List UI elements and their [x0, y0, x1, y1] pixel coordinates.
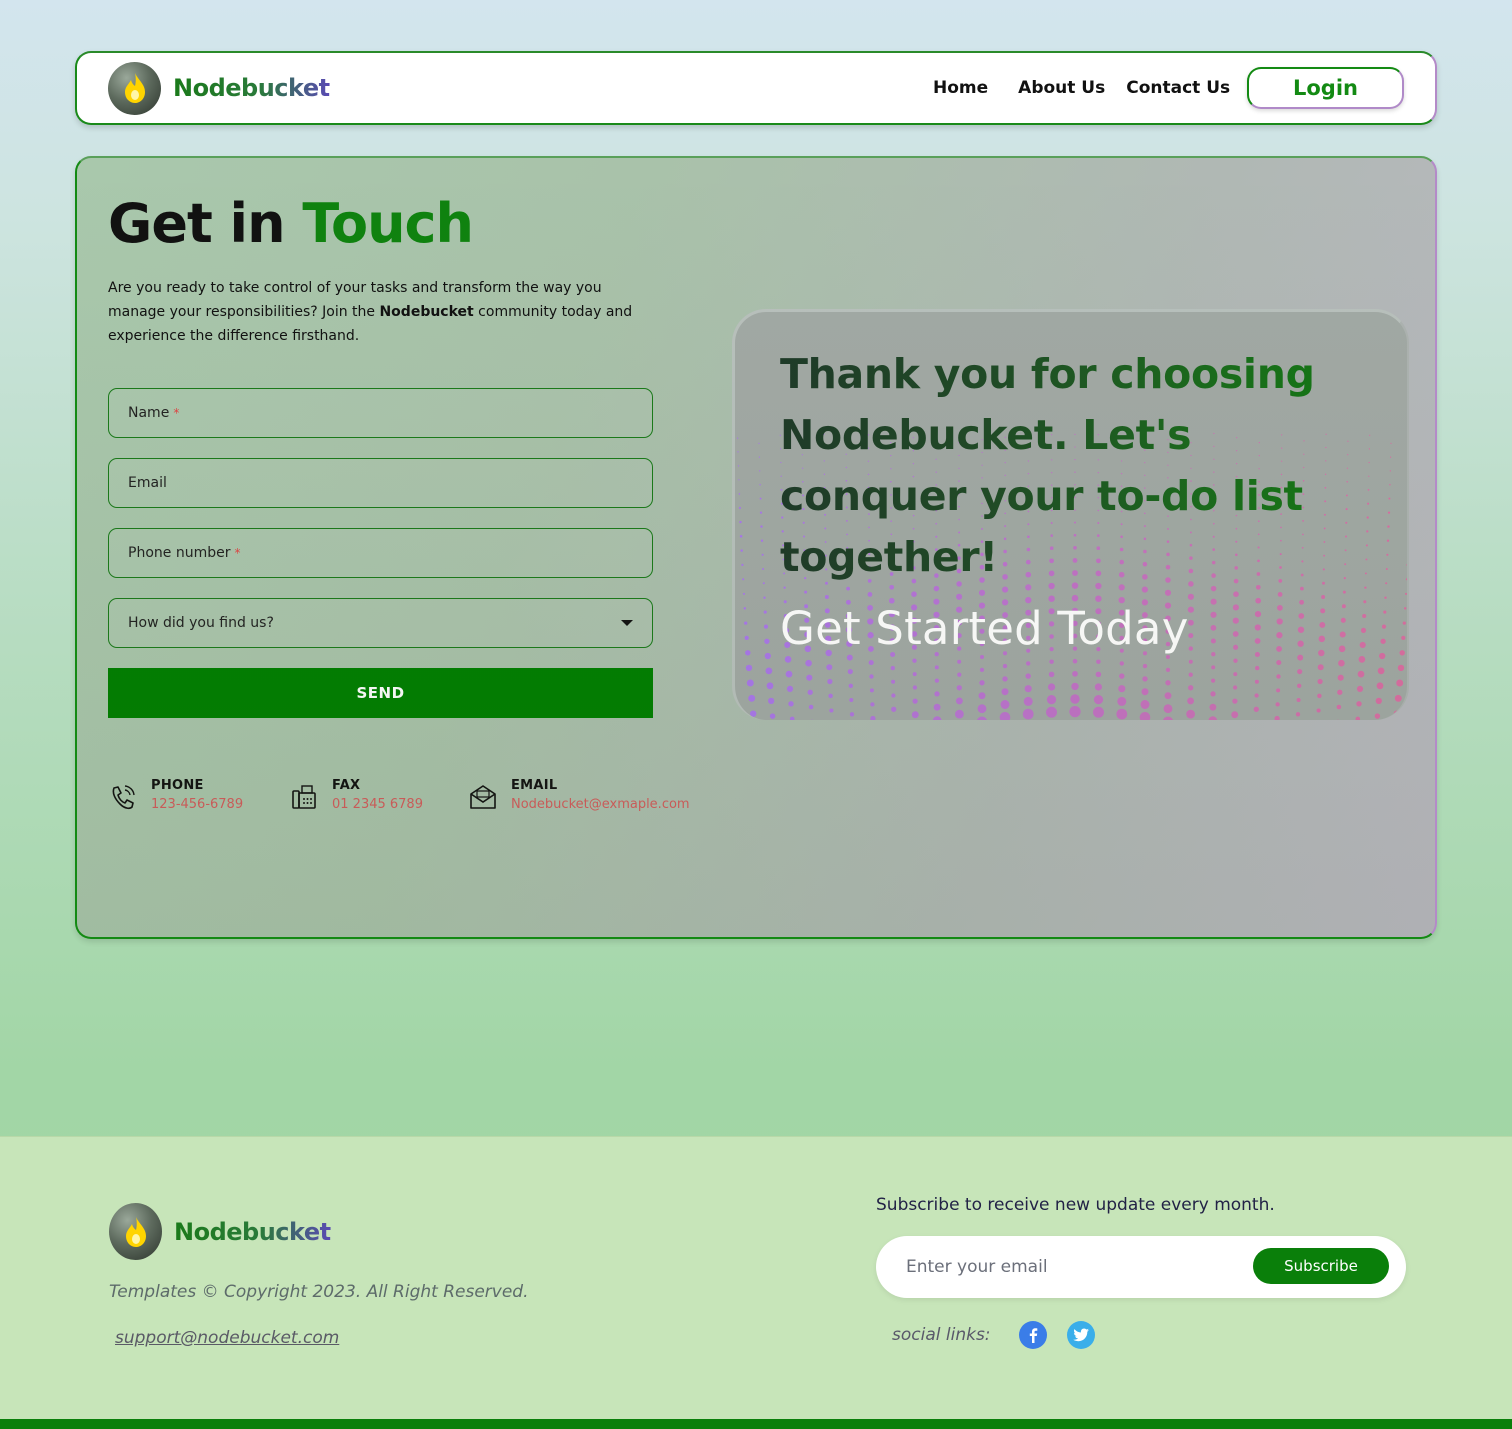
source-select[interactable]: How did you find us? — [108, 598, 653, 648]
nav-links: Home About Us Contact Us — [933, 53, 1251, 123]
required-mark: * — [234, 546, 241, 560]
support-email-link[interactable]: support@nodebucket.com — [115, 1328, 339, 1348]
subscribe-button[interactable]: Subscribe — [1253, 1248, 1389, 1284]
footer-bottom-bar — [0, 1419, 1512, 1429]
nav-about-link[interactable]: About Us — [1018, 78, 1105, 98]
email-value[interactable]: Nodebucket@exmaple.com — [511, 797, 690, 812]
send-button[interactable]: SEND — [108, 668, 653, 718]
login-button[interactable]: Login — [1247, 67, 1404, 109]
social-links-label: social links: — [892, 1325, 991, 1345]
email-field[interactable]: Email — [108, 458, 653, 508]
footer-brand-name: Nodebucket — [174, 1217, 331, 1246]
phone-value[interactable]: 123-456-6789 — [151, 797, 243, 812]
brand-name: Nodebucket — [173, 74, 330, 102]
logo-flame-icon — [109, 1203, 162, 1260]
subscribe-email-input[interactable] — [906, 1252, 1236, 1282]
nav-contact-link[interactable]: Contact Us — [1126, 78, 1230, 98]
facebook-icon[interactable] — [1019, 1321, 1047, 1349]
thank-you-card: Thank you for choosing Nodebucket. Let's… — [732, 309, 1409, 720]
email-label: EMAIL — [511, 778, 558, 793]
contact-panel: Get in Touch Are you ready to take contr… — [75, 156, 1437, 939]
intro-text: Are you ready to take control of your ta… — [108, 276, 638, 348]
email-label: Email — [128, 475, 167, 491]
intro-bold: Nodebucket — [379, 304, 474, 320]
brand[interactable]: Nodebucket — [108, 61, 330, 115]
subscribe-form: Subscribe — [876, 1236, 1406, 1298]
card-message: Thank you for choosing Nodebucket. Let's… — [780, 344, 1380, 588]
get-started-link[interactable]: Get Started Today — [780, 602, 1189, 655]
email-info: EMAIL Nodebucket@exmaple.com — [468, 778, 690, 812]
logo-flame-icon — [108, 61, 161, 115]
fax-info: FAX 01 2345 6789 — [289, 778, 423, 812]
phone-info: PHONE 123-456-6789 — [108, 778, 243, 812]
source-label: How did you find us? — [128, 615, 274, 631]
twitter-icon[interactable] — [1067, 1321, 1095, 1349]
title-accent: Touch — [302, 192, 474, 255]
phone-label: Phone number — [128, 545, 231, 561]
footer-brand[interactable]: Nodebucket — [109, 1203, 331, 1260]
mail-icon — [470, 785, 496, 809]
phone-icon — [112, 785, 135, 810]
name-label: Name — [128, 405, 170, 421]
chevron-down-icon — [621, 620, 633, 626]
fax-value[interactable]: 01 2345 6789 — [332, 797, 423, 812]
name-field[interactable]: Name * — [108, 388, 653, 438]
required-mark: * — [173, 406, 180, 420]
title-main: Get in — [108, 192, 286, 255]
navbar: Nodebucket Home About Us Contact Us Logi… — [75, 51, 1437, 125]
page-title: Get in Touch — [108, 192, 474, 255]
subscribe-title: Subscribe to receive new update every mo… — [876, 1195, 1275, 1215]
fax-label: FAX — [332, 778, 361, 793]
footer: Nodebucket Templates © Copyright 2023. A… — [0, 1136, 1512, 1419]
phone-label: PHONE — [151, 778, 204, 793]
phone-field[interactable]: Phone number * — [108, 528, 653, 578]
fax-icon — [292, 785, 316, 809]
copyright-text: Templates © Copyright 2023. All Right Re… — [109, 1282, 529, 1302]
nav-home-link[interactable]: Home — [933, 78, 988, 98]
